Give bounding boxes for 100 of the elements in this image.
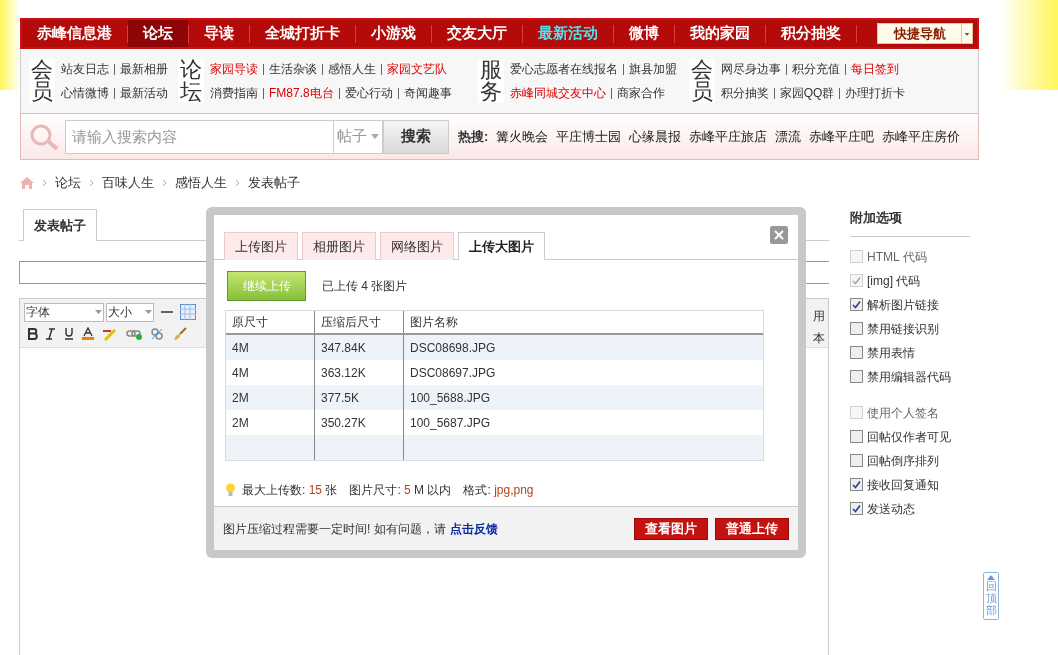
table-cell-text: 100_5688.JPG [410,389,491,407]
footer-note: 图片压缩过程需要一定时间! 如有问题，请 [223,520,446,538]
chevron-icon [89,179,94,187]
table-cell-text: 2M [232,414,249,432]
nav-item[interactable]: 小游戏 [356,20,431,47]
home-icon [20,177,34,189]
table-cell-text: 2M [232,389,249,407]
link[interactable]: 网尽身边事 [720,60,781,78]
breadcrumb-link[interactable]: 百味人生 [102,173,154,193]
hot-search-link[interactable]: 漂流 [775,126,802,147]
section-badge: 服务 [477,59,504,103]
unlink-icon[interactable] [150,326,164,341]
checkbox[interactable] [850,502,863,515]
link[interactable]: 消费指南 [210,84,258,102]
upload-limit: 图片尺寸: 5 M 以内 [349,482,452,499]
link[interactable]: 办理打折卡 [845,84,906,102]
up-arrow-icon [987,575,995,580]
link[interactable]: 每日签到 [850,60,899,78]
nav-item[interactable]: 论坛 [128,20,188,47]
chevron-icon [235,179,240,187]
link[interactable]: 生活杂谈 [269,60,317,78]
link[interactable]: 家园导读 [210,60,258,78]
checkbox[interactable] [850,370,863,383]
dialog-button[interactable]: 查看图片 [634,517,708,540]
link[interactable]: 积分抽奖 [720,84,769,102]
checkbox[interactable] [850,430,863,443]
link[interactable]: 赤峰同城交友中心 [509,84,606,102]
underline-icon[interactable] [64,327,74,340]
italic-icon[interactable] [46,327,56,340]
hot-search-link[interactable]: 赤峰平庄房价 [882,126,961,147]
close-button[interactable] [770,226,788,244]
nav-item[interactable]: 积分抽奖 [766,20,856,47]
link[interactable]: 爱心志愿者在线报名 [509,60,618,78]
hot-search-link[interactable]: 心缘晨报 [629,126,682,147]
section-badge: 会员 [688,59,715,103]
hot-search-link[interactable]: 平庄博士园 [556,126,622,147]
caret-icon [145,310,152,314]
hot-search-link[interactable]: 赤峰平庄吧 [809,126,875,147]
checkbox[interactable] [850,322,863,335]
nav-item[interactable]: 微博 [614,20,674,47]
spellcheck-icon[interactable] [102,326,118,341]
link[interactable]: 奇闻趣事 [403,84,452,102]
link[interactable]: 爱心行动 [344,84,393,102]
breadcrumb-link[interactable]: 论坛 [55,173,81,193]
hot-search-link[interactable]: 赤峰平庄旅店 [689,126,768,147]
link[interactable]: 商家合作 [616,84,665,102]
link[interactable]: 站友日志 [61,60,109,78]
checkbox[interactable] [850,478,863,491]
checkbox[interactable] [850,346,863,359]
option-label: 发送动态 [867,500,915,518]
chevron-icon [42,179,47,187]
section-badge: 会员 [29,59,55,103]
font-select[interactable]: 字体 [24,302,104,322]
table-cell-text: 4M [232,339,249,357]
size-select[interactable]: 大小 [106,302,154,322]
brush-icon[interactable] [172,326,188,341]
search-button[interactable]: 搜索 [383,119,449,154]
checkbox[interactable] [850,454,863,467]
link[interactable]: 家园文艺队 [387,60,447,78]
dialog-tab[interactable]: 相册图片 [302,232,376,260]
text-color-icon[interactable] [82,327,94,340]
table-cell-text: 100_5687.JPG [410,414,491,432]
hot-search-label: 热搜: [458,127,489,146]
table-cell-text: 350.27K [321,414,366,432]
link[interactable]: 旗县加盟 [628,60,677,78]
option-label: 禁用表情 [867,344,915,362]
nav-item[interactable]: 交友大厅 [432,20,522,47]
link[interactable]: 最新活动 [120,84,168,102]
bold-icon[interactable] [28,327,38,340]
nav-item[interactable]: 我的家园 [675,20,765,47]
dialog-tab[interactable]: 上传图片 [224,232,298,260]
option-label: 回帖倒序排列 [867,452,939,470]
link-icon[interactable] [126,327,142,340]
link[interactable]: FM87.8电台 [269,84,334,102]
check-icon [852,300,861,309]
link[interactable]: 积分充值 [791,60,840,78]
link[interactable]: 感悟人生 [328,60,376,78]
checkbox[interactable] [850,298,863,311]
option-label: 禁用编辑器代码 [867,368,951,386]
breadcrumb-link[interactable]: 发表帖子 [248,173,300,193]
search-field[interactable]: 请输入搜索内容 [65,119,333,154]
check-icon [852,276,861,285]
nav-item[interactable]: 导读 [189,20,249,47]
quick-nav-button[interactable]: 快捷导航 [877,23,973,44]
editor-tab[interactable]: 发表帖子 [23,209,97,241]
link[interactable]: 最新相册 [120,60,168,78]
dialog-button[interactable]: 普通上传 [715,517,789,540]
dialog-tab[interactable]: 上传大图片 [458,232,545,260]
option-label: 解析图片链接 [867,296,939,314]
caret-icon [371,134,379,139]
feedback-link[interactable]: 点击反馈 [449,519,498,538]
nav-item[interactable]: 赤峰信息港 [22,20,127,47]
nav-item[interactable]: 全城打折卡 [250,20,355,47]
table-icon[interactable] [180,304,196,320]
dialog-tab[interactable]: 网络图片 [380,232,454,260]
breadcrumb-link[interactable]: 感悟人生 [175,173,227,193]
link[interactable]: 心情微博 [61,84,109,102]
link[interactable]: 家园QQ群 [779,84,835,102]
hot-search-link[interactable]: 篝火晚会 [496,126,549,147]
nav-item[interactable]: 最新活动 [523,20,613,47]
